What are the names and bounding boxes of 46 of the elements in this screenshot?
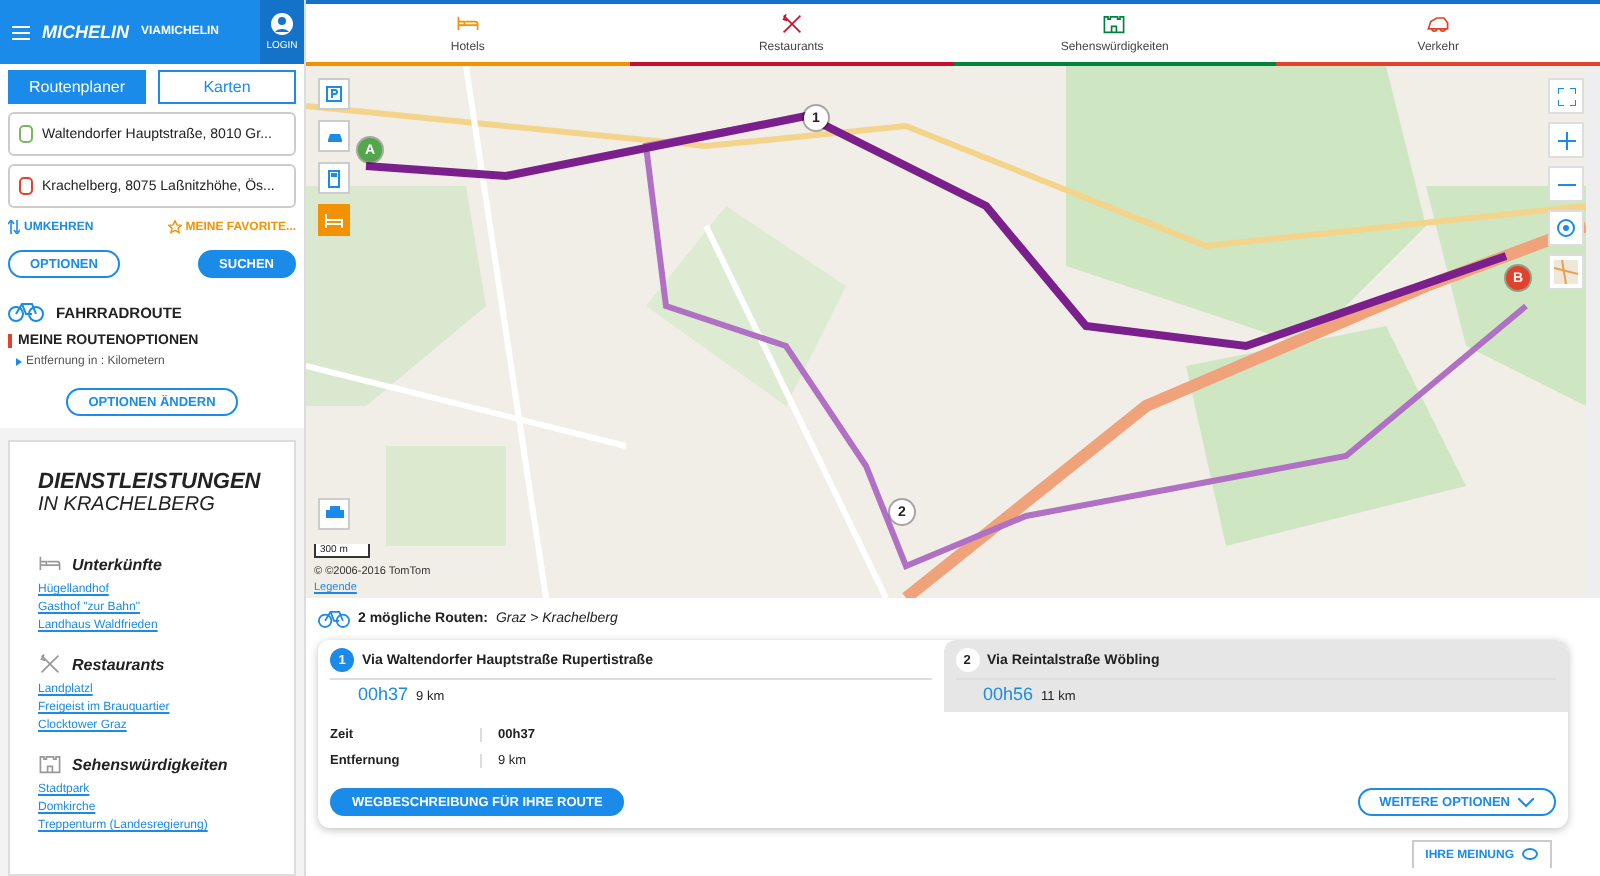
map-thumbnail-icon (1554, 260, 1578, 284)
mode-tab[interactable]: Karten (158, 70, 296, 104)
print-button[interactable] (318, 498, 350, 530)
caret-icon (1518, 797, 1534, 807)
services-subtitle: IN KRACHELBERG (38, 494, 217, 516)
route-time: 00h56 (983, 684, 1034, 704)
brand-logo[interactable]: MICHELIN (42, 22, 129, 42)
plus-icon (1557, 131, 1575, 149)
parking-icon[interactable] (326, 86, 342, 102)
fuel-pump-icon[interactable] (327, 169, 341, 187)
zoom-out-button[interactable] (1548, 166, 1584, 202)
category-heading: Restaurants (72, 655, 165, 673)
locate-button[interactable] (1548, 210, 1584, 246)
swap-icon (8, 220, 20, 234)
mode-tab[interactable]: Routenplaner (8, 70, 146, 104)
printer-icon (325, 506, 343, 522)
speech-bubble-icon (1522, 848, 1538, 862)
user-icon (270, 12, 294, 36)
fullscreen-icon (1557, 87, 1575, 105)
map-layer-button[interactable] (318, 162, 350, 194)
map-layer-button[interactable] (318, 120, 350, 152)
map-style-button[interactable] (1548, 254, 1584, 290)
traffic-icon (1426, 12, 1451, 36)
map-layer-button[interactable] (318, 204, 350, 236)
category-heading: Sehenswürdigkeiten (72, 755, 228, 773)
bullet-icon (16, 358, 22, 366)
route-line[interactable] (365, 111, 1508, 351)
restaurant-icon (779, 12, 804, 36)
star-icon (167, 220, 182, 234)
hotel-icon (455, 12, 480, 36)
hotel-icon (38, 552, 62, 576)
zoom-in-button[interactable] (1548, 122, 1584, 158)
bicycle-icon (8, 302, 44, 322)
sight-icon (1102, 12, 1127, 36)
services-title: DIENSTLEISTUNGEN (38, 470, 263, 494)
category-heading: Unterkünfte (72, 555, 162, 573)
fullscreen-button[interactable] (1548, 78, 1584, 114)
target-icon (1556, 218, 1576, 238)
bed-icon[interactable] (324, 212, 344, 228)
restaurant-icon (38, 652, 62, 676)
sight-icon (38, 752, 62, 776)
map-layer-button[interactable] (318, 78, 350, 110)
menu-icon[interactable] (12, 25, 30, 39)
bicycle-icon (318, 610, 350, 628)
car-icon[interactable] (325, 129, 343, 143)
route-time: 00h37 (358, 684, 409, 704)
